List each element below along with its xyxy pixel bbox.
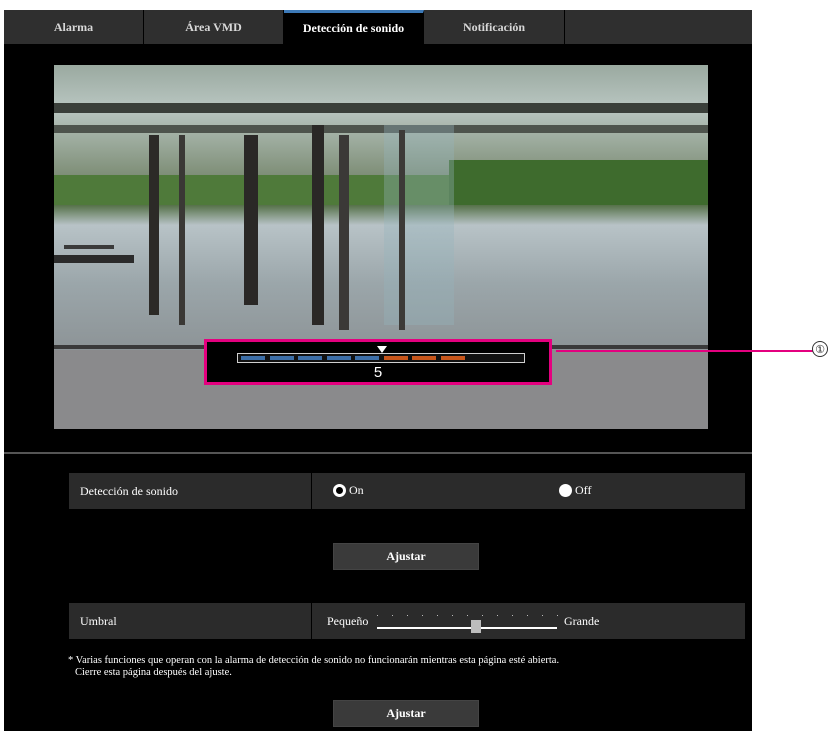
level-segment [269, 356, 294, 360]
threshold-slider-thumb[interactable] [471, 620, 481, 633]
slider-tick [467, 615, 468, 616]
radio-selected-icon [333, 484, 346, 497]
level-segment [298, 356, 322, 360]
slider-tick [542, 615, 543, 616]
apply-button-1[interactable]: Ajustar [333, 543, 479, 570]
tab-label: Notificación [463, 19, 525, 34]
level-value: 5 [373, 364, 383, 381]
threshold-row: Umbral Pequeño Grande [69, 603, 745, 639]
slider-tick [482, 615, 483, 616]
detection-on-radio[interactable]: On [333, 483, 364, 498]
level-segment [412, 356, 436, 360]
level-segment [326, 356, 351, 360]
note-line-2: Cierre esta página después del ajuste. [75, 667, 232, 678]
camera-live-image: 5 [54, 65, 708, 429]
tab-alarma[interactable]: Alarma [4, 10, 144, 44]
tab-deteccion-sonido[interactable]: Detección de sonido [284, 10, 424, 44]
tab-label: Alarma [53, 19, 94, 34]
level-segment [469, 356, 493, 360]
level-marker [377, 346, 387, 353]
level-bar [237, 353, 525, 363]
apply-button-2[interactable]: Ajustar [333, 700, 479, 727]
note-line-1: * Varias funciones que operan con la ala… [68, 655, 560, 666]
callout-number: ① [812, 341, 828, 357]
level-segment [355, 356, 379, 360]
slider-tick [527, 615, 528, 616]
sound-level-meter: 5 [204, 339, 552, 385]
tab-label: Área VMD [185, 19, 242, 34]
detection-off-radio[interactable]: Off [559, 483, 591, 498]
slider-tick [497, 615, 498, 616]
slider-tick [392, 615, 393, 616]
slider-tick [407, 615, 408, 616]
row-separator [311, 603, 312, 639]
level-segment [497, 356, 522, 360]
section-divider [4, 452, 752, 454]
threshold-label: Umbral [80, 613, 117, 628]
level-segment [383, 356, 408, 360]
level-segment [241, 356, 265, 360]
slider-tick [377, 615, 378, 616]
tab-notificacion[interactable]: Notificación [424, 10, 565, 44]
slider-tick [452, 615, 453, 616]
radio-unselected-icon [559, 484, 572, 497]
radio-label: On [349, 483, 364, 497]
threshold-slider-track[interactable] [377, 627, 557, 629]
threshold-min-label: Pequeño [327, 613, 369, 628]
detection-row: Detección de sonido On Off [69, 473, 745, 509]
level-segment [440, 356, 465, 360]
detection-label: Detección de sonido [80, 483, 178, 498]
threshold-max-label: Grande [564, 613, 600, 628]
info-note: * Varias funciones que operan con la ala… [68, 655, 728, 679]
radio-label: Off [575, 483, 592, 497]
tab-bar-fill [565, 10, 752, 44]
settings-panel: Alarma Área VMD Detección de sonido Noti… [4, 10, 752, 731]
tab-label: Detección de sonido [302, 21, 405, 35]
slider-tick [422, 615, 423, 616]
tab-area-vmd[interactable]: Área VMD [144, 10, 284, 44]
slider-tick [512, 615, 513, 616]
tab-bar: Alarma Área VMD Detección de sonido Noti… [4, 10, 752, 44]
callout-line [556, 350, 814, 352]
row-separator [311, 473, 312, 509]
slider-tick [557, 615, 558, 616]
slider-tick [437, 615, 438, 616]
